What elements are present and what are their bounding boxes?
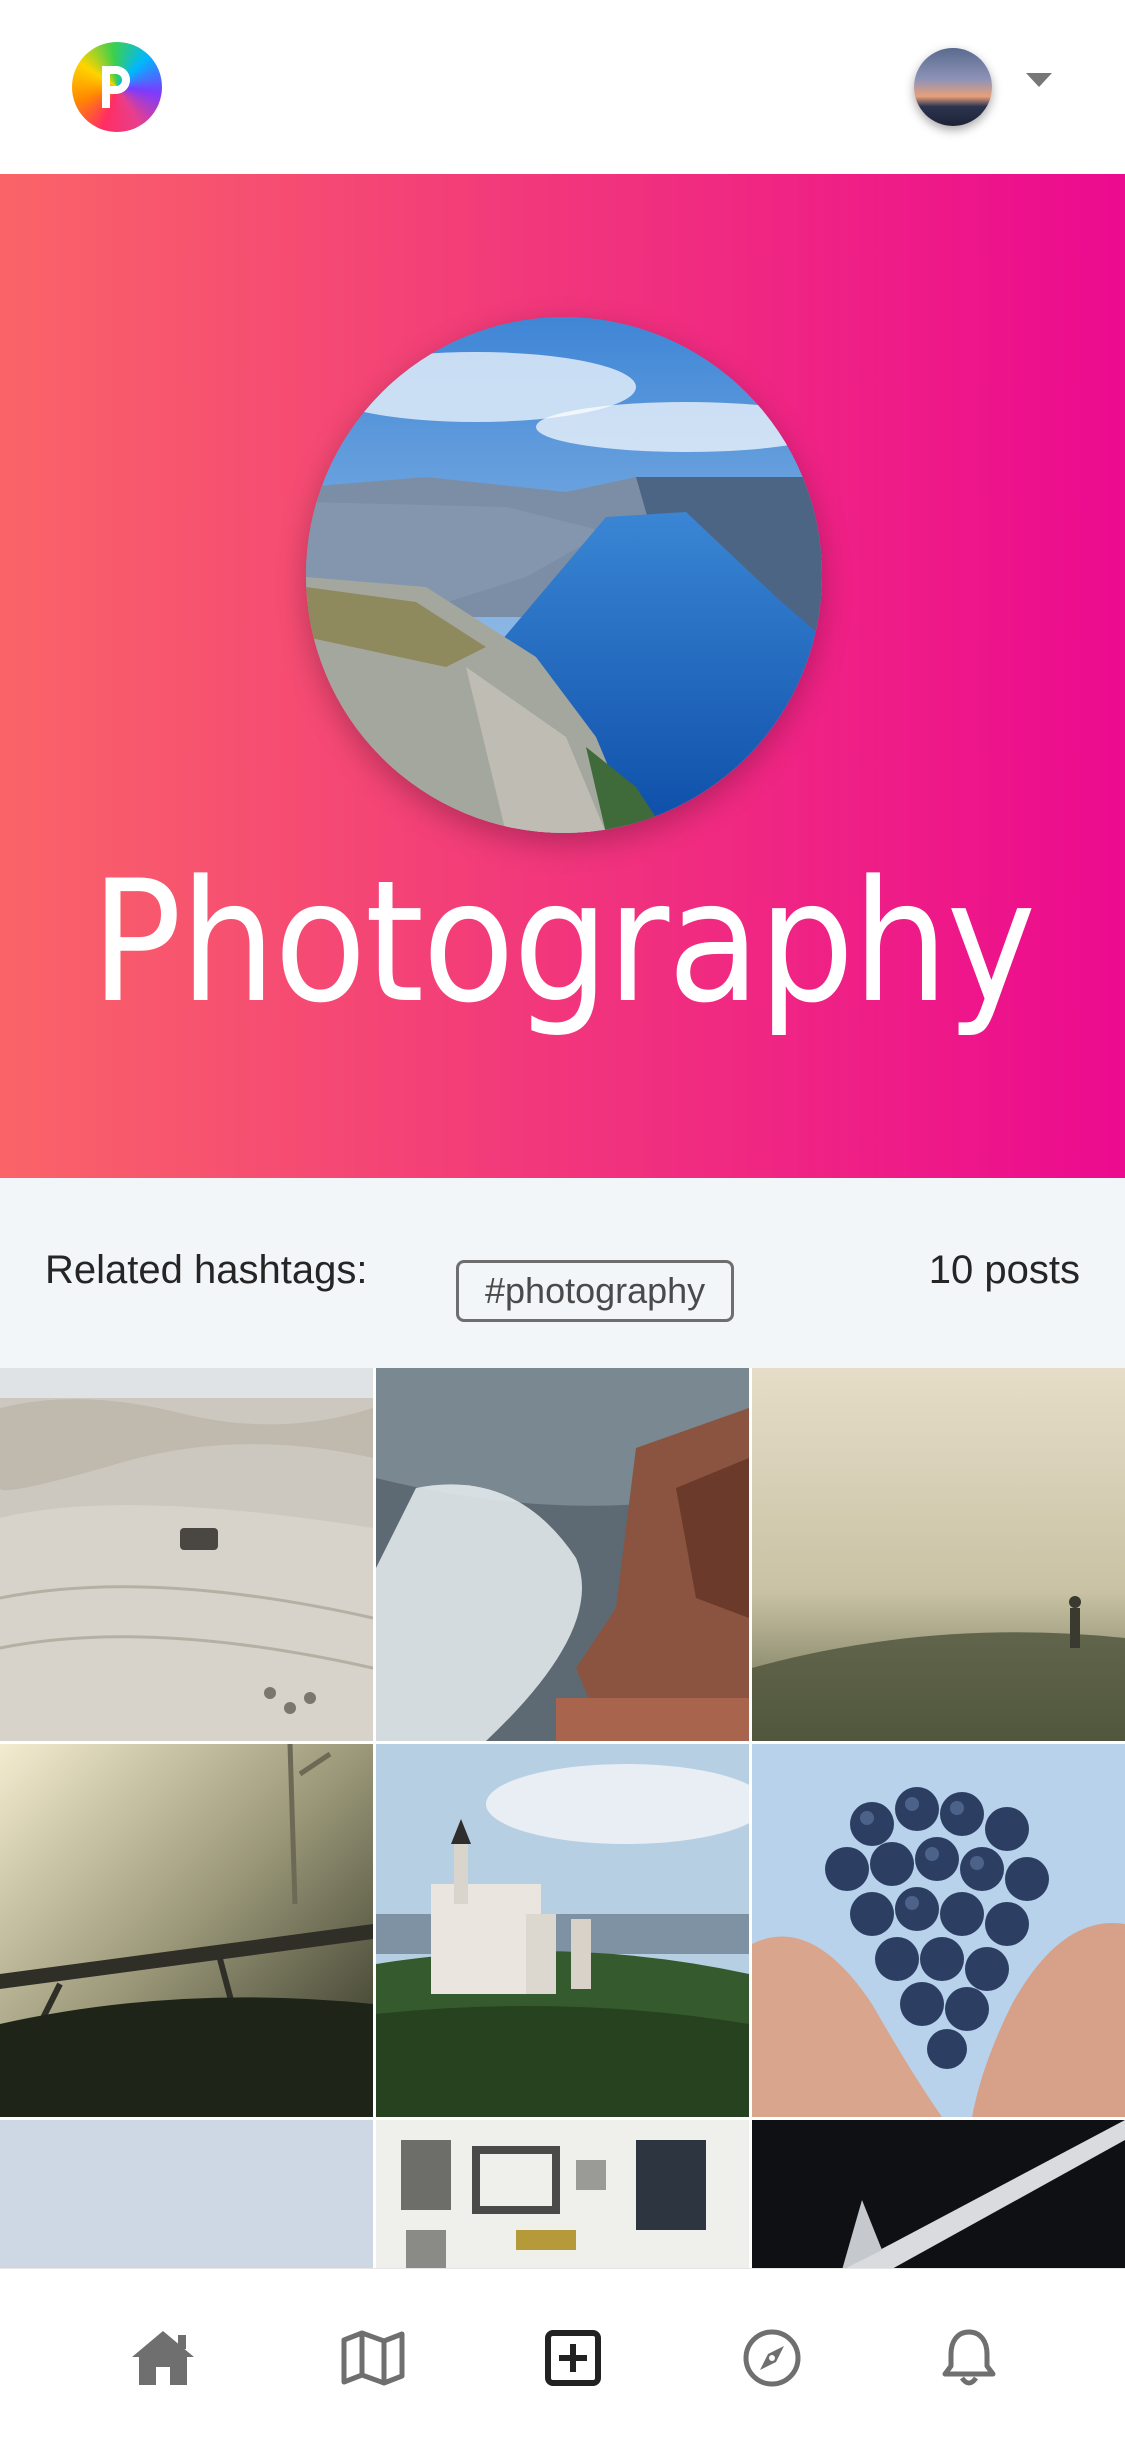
post-grid <box>0 1368 1125 2268</box>
top-bar <box>0 0 1125 174</box>
home-icon[interactable] <box>128 2323 198 2393</box>
add-post-icon[interactable] <box>538 2323 608 2393</box>
grid-post-grapes[interactable] <box>752 1744 1125 2117</box>
grid-post-fog[interactable] <box>752 1368 1125 1741</box>
hero-cover-image <box>306 317 822 833</box>
caret-down-icon[interactable] <box>1026 73 1052 87</box>
grid-post-castle[interactable] <box>376 1744 749 2117</box>
user-avatar[interactable] <box>914 48 992 126</box>
grid-post-desert[interactable] <box>0 1368 373 1741</box>
hashtag-hero: Photography <box>0 174 1125 1178</box>
bell-icon[interactable] <box>934 2323 1004 2393</box>
compass-icon[interactable] <box>737 2323 807 2393</box>
grid-post-forest-bridge[interactable] <box>0 1744 373 2117</box>
grid-post-sky[interactable] <box>0 2120 373 2268</box>
related-hashtags-bar: Related hashtags: #photography 10 posts <box>0 1178 1125 1368</box>
map-icon[interactable] <box>338 2323 408 2393</box>
app-logo-icon[interactable] <box>72 42 162 132</box>
hashtag-title: Photography <box>90 844 1036 1040</box>
hashtag-chip[interactable]: #photography <box>456 1260 735 1322</box>
related-hashtags-label: Related hashtags: <box>45 1248 368 1292</box>
bottom-navigation <box>0 2268 1125 2437</box>
grid-post-parts[interactable] <box>376 2120 749 2268</box>
post-count: 10 posts <box>928 1248 1080 1292</box>
grid-post-wave[interactable] <box>376 1368 749 1741</box>
grid-post-architecture[interactable] <box>752 2120 1125 2268</box>
